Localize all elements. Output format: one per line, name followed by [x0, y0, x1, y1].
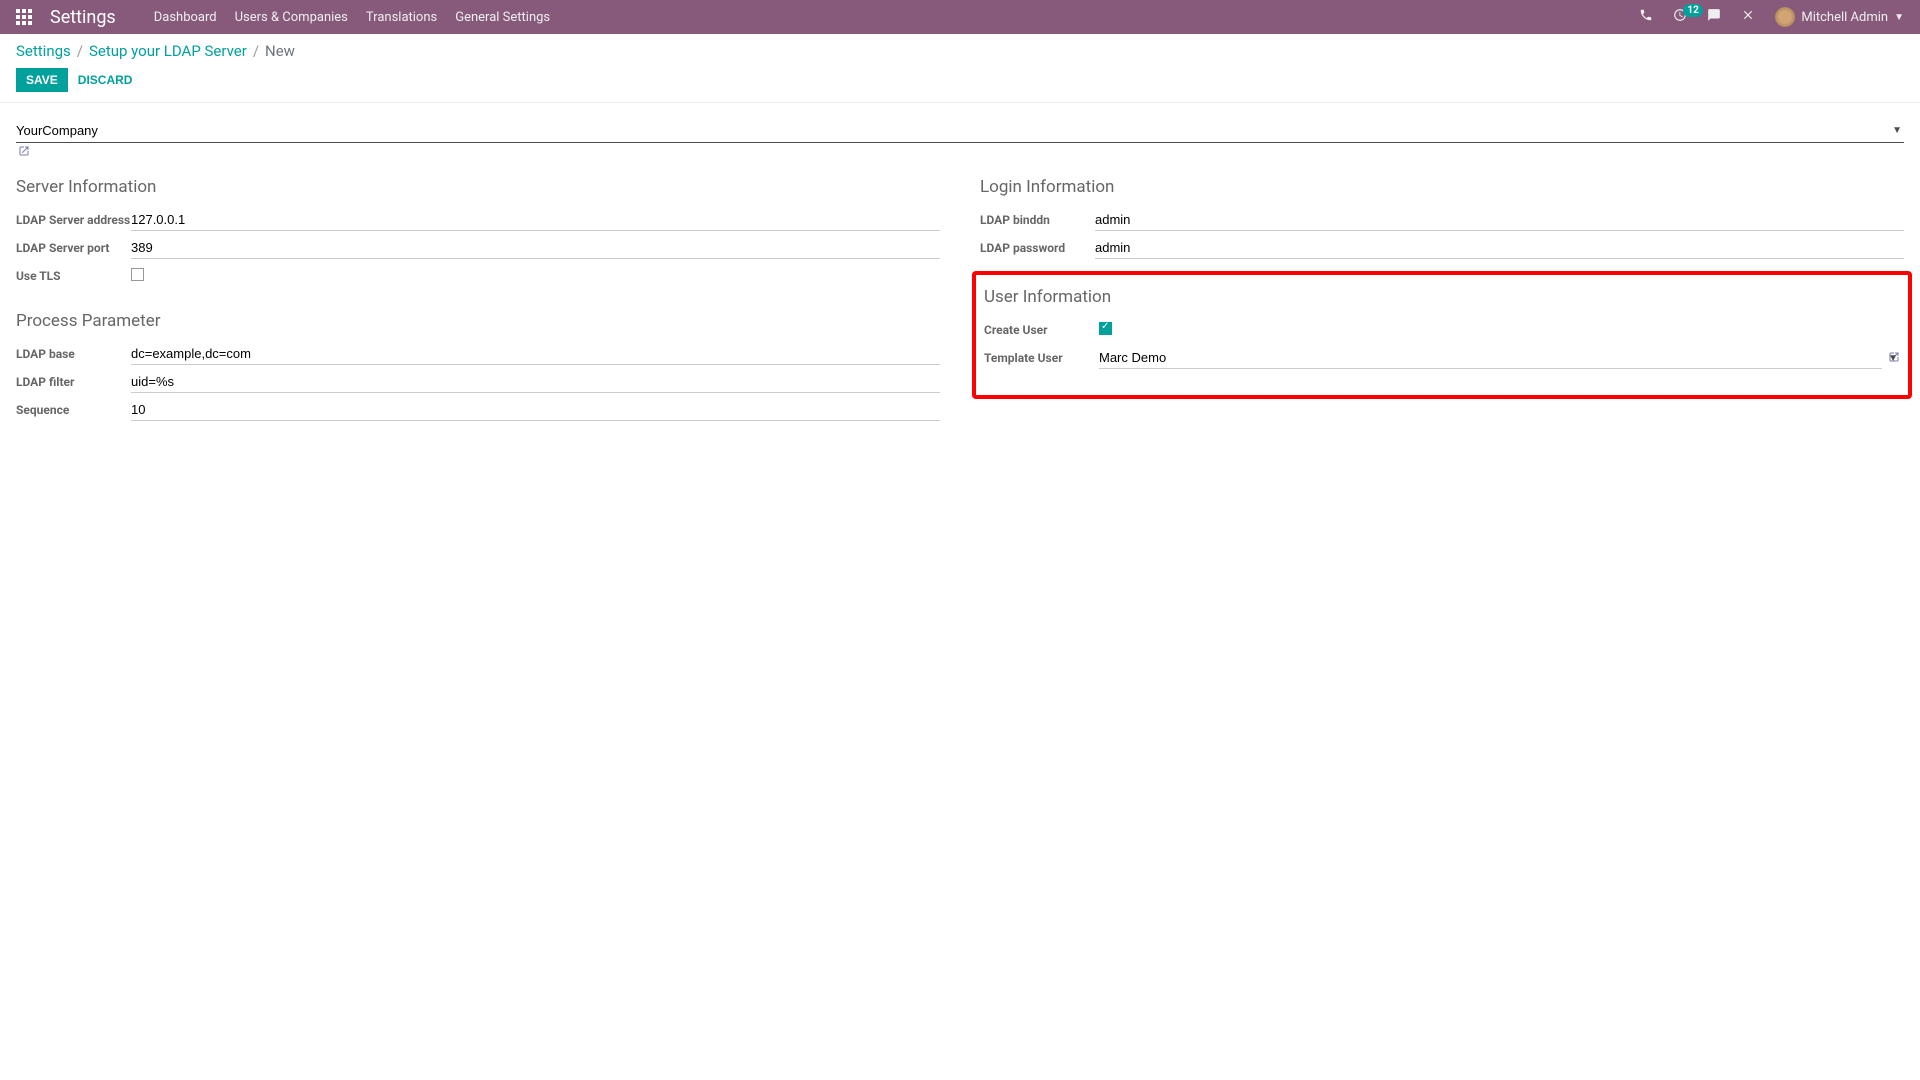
caret-down-icon: ▼ — [1894, 12, 1904, 23]
label-ldap-base: LDAP base — [16, 347, 131, 361]
label-ldap-filter: LDAP filter — [16, 375, 131, 389]
breadcrumb-current: New — [265, 42, 295, 60]
ldap-base-input[interactable] — [131, 343, 940, 365]
user-information-section: User Information Create User Template Us… — [984, 287, 1900, 369]
activity-icon[interactable]: 12 — [1673, 8, 1687, 26]
nav-translations[interactable]: Translations — [366, 10, 437, 25]
control-panel: Settings / Setup your LDAP Server / New … — [0, 34, 1920, 103]
company-input[interactable] — [16, 119, 1904, 143]
use-tls-checkbox[interactable] — [131, 268, 144, 281]
nav-general-settings[interactable]: General Settings — [455, 10, 550, 25]
activity-badge: 12 — [1683, 4, 1702, 17]
messages-icon[interactable] — [1707, 8, 1721, 26]
login-information-section: Login Information LDAP binddn LDAP passw… — [980, 177, 1904, 259]
nav-dashboard[interactable]: Dashboard — [154, 10, 217, 25]
server-information-section: Server Information LDAP Server address L… — [16, 177, 940, 287]
label-ldap-binddn: LDAP binddn — [980, 213, 1095, 227]
section-title-login: Login Information — [980, 177, 1904, 197]
section-title-user: User Information — [984, 287, 1900, 307]
label-ldap-address: LDAP Server address — [16, 213, 131, 227]
breadcrumb-ldap[interactable]: Setup your LDAP Server — [89, 42, 247, 60]
breadcrumb: Settings / Setup your LDAP Server / New — [16, 42, 1904, 60]
apps-icon[interactable] — [16, 9, 32, 25]
external-link-icon[interactable] — [16, 143, 32, 163]
label-create-user: Create User — [984, 323, 1099, 337]
user-name: Mitchell Admin — [1801, 10, 1888, 25]
process-parameter-section: Process Parameter LDAP base LDAP filter … — [16, 311, 940, 421]
nav-menu: Dashboard Users & Companies Translations… — [154, 10, 550, 25]
app-title: Settings — [50, 7, 116, 28]
label-ldap-password: LDAP password — [980, 241, 1095, 255]
save-button[interactable]: Save — [16, 68, 68, 92]
label-template-user: Template User — [984, 351, 1099, 365]
section-title-server: Server Information — [16, 177, 940, 197]
avatar — [1775, 7, 1795, 27]
ldap-port-input[interactable] — [131, 237, 940, 259]
label-ldap-port: LDAP Server port — [16, 241, 131, 255]
template-user-input[interactable] — [1099, 347, 1882, 369]
ldap-filter-input[interactable] — [131, 371, 940, 393]
label-sequence: Sequence — [16, 403, 131, 417]
nav-users-companies[interactable]: Users & Companies — [235, 10, 348, 25]
label-use-tls: Use TLS — [16, 269, 131, 283]
discard-button[interactable]: Discard — [78, 73, 133, 87]
phone-icon[interactable] — [1639, 8, 1653, 26]
create-user-checkbox[interactable] — [1099, 322, 1112, 335]
highlight-annotation: User Information Create User Template Us… — [972, 271, 1912, 399]
section-title-process: Process Parameter — [16, 311, 940, 331]
ldap-address-input[interactable] — [131, 209, 940, 231]
breadcrumb-settings[interactable]: Settings — [16, 42, 71, 60]
close-icon[interactable] — [1741, 8, 1755, 26]
ldap-password-input[interactable] — [1095, 237, 1904, 259]
ldap-binddn-input[interactable] — [1095, 209, 1904, 231]
user-menu[interactable]: Mitchell Admin ▼ — [1775, 7, 1904, 27]
sequence-input[interactable] — [131, 399, 940, 421]
top-navbar: Settings Dashboard Users & Companies Tra… — [0, 0, 1920, 34]
form-sheet: ▼ Server Information LDAP Server address… — [0, 103, 1920, 485]
external-link-icon[interactable] — [1888, 351, 1900, 366]
